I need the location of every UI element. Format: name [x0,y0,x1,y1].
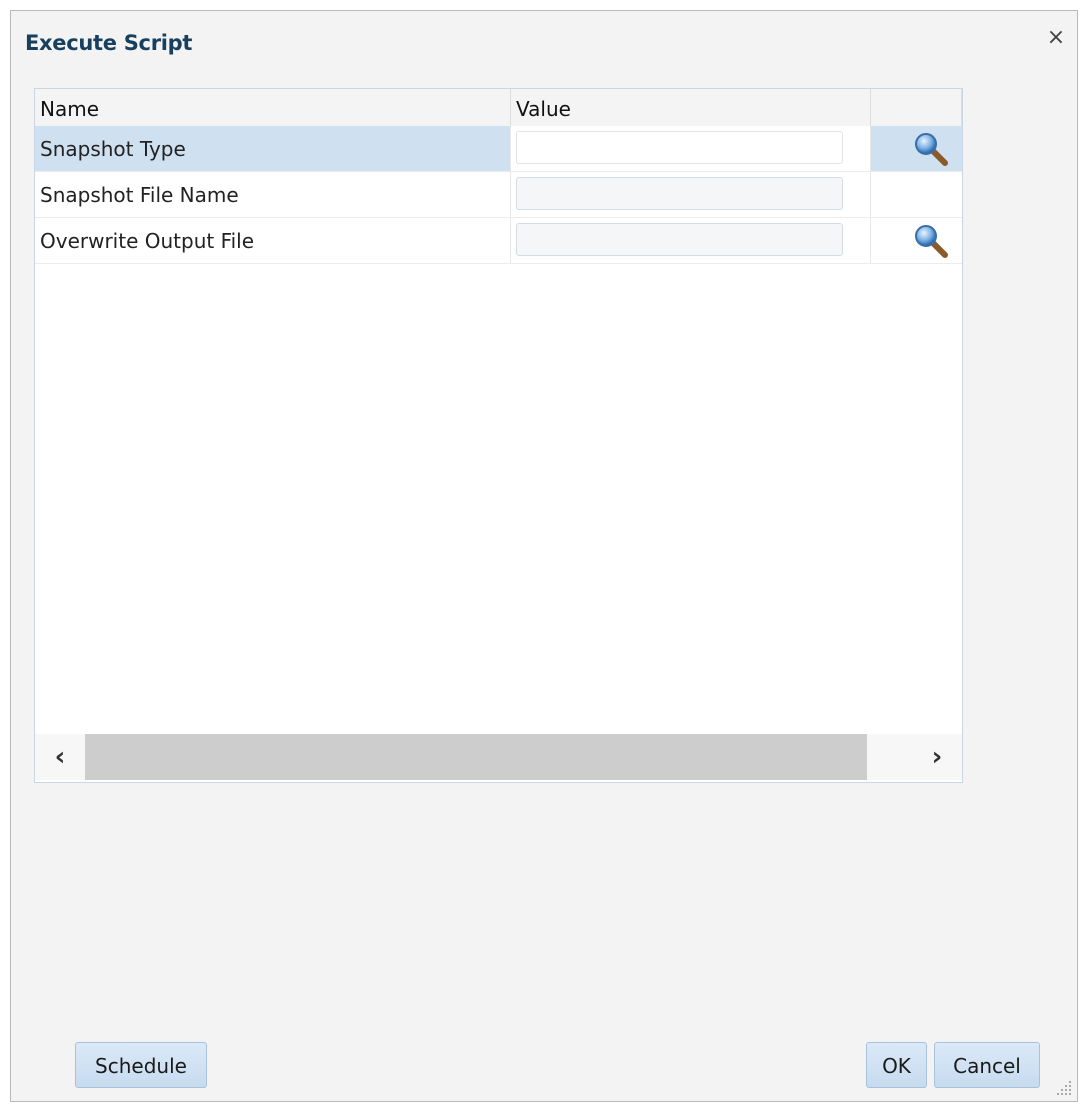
grid-header: Name Value [35,89,962,127]
table-row[interactable]: Snapshot File Name [35,172,962,218]
column-header-name[interactable]: Name [35,89,511,126]
parameters-grid: Name Value Snapshot Type Snapshot File N… [34,88,963,783]
table-row[interactable]: Overwrite Output File [35,218,962,264]
magnifier-search-icon[interactable] [913,132,949,166]
dialog-title: Execute Script [25,31,193,55]
param-action-cell [871,126,962,171]
param-action-cell [871,218,962,263]
param-name-cell: Snapshot File Name [35,172,511,217]
param-action-cell [871,172,962,217]
scroll-left-icon[interactable]: ‹ [35,734,85,780]
overwrite-output-file-input[interactable] [516,223,843,256]
execute-script-dialog: Execute Script × Name Value Snapshot Typ… [10,10,1078,1102]
snapshot-type-input[interactable] [516,131,843,164]
scroll-right-icon[interactable]: › [912,734,962,780]
param-value-cell [511,172,871,217]
magnifier-search-icon[interactable] [913,224,949,258]
column-header-action [871,89,962,126]
column-header-value[interactable]: Value [511,89,871,126]
ok-button[interactable]: OK [866,1042,927,1088]
table-row[interactable]: Snapshot Type [35,126,962,172]
horizontal-scrollbar[interactable]: ‹ › [35,734,962,780]
scrollbar-thumb[interactable] [85,734,867,780]
param-name-cell: Snapshot Type [35,126,511,171]
param-name-cell: Overwrite Output File [35,218,511,263]
param-value-cell [511,218,871,263]
snapshot-file-name-input[interactable] [516,177,843,210]
resize-grip-icon[interactable] [1055,1079,1073,1097]
cancel-button[interactable]: Cancel [934,1042,1040,1088]
schedule-button[interactable]: Schedule [75,1042,207,1088]
param-value-cell [511,126,871,171]
close-icon[interactable]: × [1045,27,1067,49]
